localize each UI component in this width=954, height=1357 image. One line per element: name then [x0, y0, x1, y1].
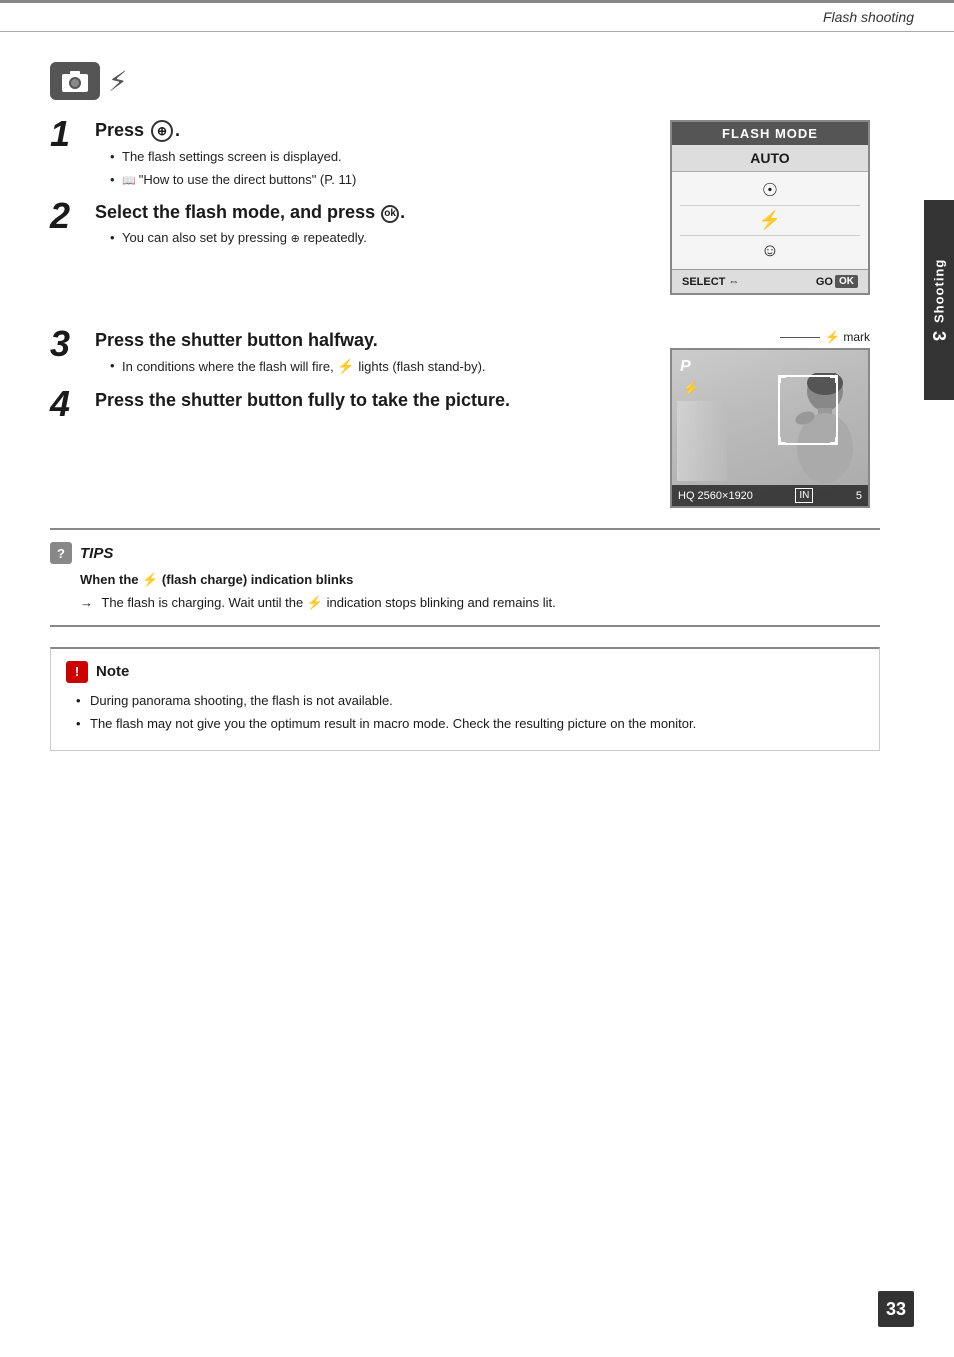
flash-panel-footer: SELECT ⇔ GO OK: [672, 269, 868, 293]
camera-icon: [61, 69, 89, 93]
page-header: Flash shooting: [0, 0, 954, 32]
step-3-row: 3 Press the shutter button halfway. In c…: [50, 330, 640, 380]
note-bullet-1: During panorama shooting, the flash is n…: [76, 691, 864, 712]
step-4-content: Press the shutter button fully to take t…: [95, 390, 640, 416]
step-2-bullets: You can also set by pressing ⊕ repeatedl…: [110, 228, 640, 248]
tips-badge: ?: [50, 542, 72, 564]
step-1-content: Press ⊕. The flash settings screen is di…: [95, 120, 640, 192]
mark-label-row: ⚡ mark: [670, 330, 880, 344]
lightning-icon: ⚡: [337, 356, 354, 377]
go-label: GO: [816, 276, 833, 288]
flash-item-3: ☺: [680, 236, 860, 265]
main-content: ⚡︎ 1 Press ⊕. The flash settings screen …: [0, 32, 920, 811]
step-2-bullet-1: You can also set by pressing ⊕ repeatedl…: [110, 228, 640, 248]
photo-shots: 5: [856, 490, 862, 502]
step-3-content: Press the shutter button halfway. In con…: [95, 330, 640, 380]
lightning-tips-icon: ⚡: [142, 572, 158, 587]
chapter-title: Shooting: [932, 259, 947, 323]
tips-title: TIPS: [80, 545, 113, 562]
step-3-number: 3: [50, 326, 95, 362]
step-1-title: Press ⊕.: [95, 120, 640, 142]
page-number: 33: [878, 1291, 914, 1327]
note-bullet-2: The flash may not give you the optimum r…: [76, 714, 864, 735]
note-header: ! Note: [66, 661, 864, 683]
step-2-number: 2: [50, 198, 95, 234]
flash-item-2: ⚡: [680, 206, 860, 236]
photo-in-badge: IN: [795, 488, 813, 503]
page-title: Flash shooting: [823, 9, 914, 25]
flash-item-1: ☉: [680, 176, 860, 206]
flash-panel-items: ☉ ⚡ ☺: [672, 172, 868, 269]
camera-badge: [50, 62, 100, 100]
step-2-title: Select the flash mode, and press ok.: [95, 202, 640, 223]
step-4-row: 4 Press the shutter button fully to take…: [50, 390, 640, 422]
mark-label: ⚡ mark: [825, 330, 870, 344]
camera-photo: P ⚡ HQ 2560×1920 IN 5: [670, 348, 870, 508]
flash-panel-header: FLASH MODE: [672, 122, 868, 145]
step-1-bullets: The flash settings screen is displayed. …: [110, 147, 640, 189]
flash-mode-panel: FLASH MODE AUTO ☉ ⚡ ☺ SELECT ⇔ GO OK: [670, 120, 870, 295]
focus-rect: [778, 375, 838, 445]
focus-corner-tl: [778, 375, 786, 383]
camera-icon-area: ⚡︎: [50, 62, 880, 100]
step-3-bullets: In conditions where the flash will fire,…: [110, 356, 640, 377]
photo-p-label: P: [680, 358, 691, 376]
select-button: SELECT ⇔: [682, 275, 739, 288]
ok-badge: OK: [835, 275, 858, 288]
step-1-bullet-1: The flash settings screen is displayed.: [110, 147, 640, 167]
step-2-content: Select the flash mode, and press ok. You…: [95, 202, 640, 251]
photo-resolution: HQ 2560×1920: [678, 490, 753, 502]
flash-panel-right: FLASH MODE AUTO ☉ ⚡ ☺ SELECT ⇔ GO OK: [670, 120, 880, 315]
ok-button-icon: ok: [381, 205, 399, 223]
flash-panel-auto: AUTO: [672, 145, 868, 172]
steps-3-4-section: 3 Press the shutter button halfway. In c…: [50, 330, 880, 508]
focus-corner-tr: [830, 375, 838, 383]
step-2-row: 2 Select the flash mode, and press ok. Y…: [50, 202, 640, 251]
mark-line: [780, 337, 820, 338]
go-button: GO OK: [816, 275, 858, 288]
photo-bottom-bar: HQ 2560×1920 IN 5: [672, 485, 868, 506]
photo-right: ⚡ mark: [670, 330, 880, 508]
photo-inner: P ⚡ HQ 2560×1920 IN 5: [672, 350, 868, 506]
note-badge: !: [66, 661, 88, 683]
step-4-number: 4: [50, 386, 95, 422]
chapter-number: 3: [929, 331, 950, 341]
focus-corner-br: [830, 437, 838, 445]
step-3-title: Press the shutter button halfway.: [95, 330, 640, 351]
select-icon: ⇔: [728, 276, 739, 288]
step-1-bullet-2: 📖"How to use the direct buttons" (P. 11): [110, 170, 640, 190]
focus-corner-bl: [778, 437, 786, 445]
flash-deco-icon: ⚡︎: [108, 65, 128, 98]
step-3-bullet-1: In conditions where the flash will fire,…: [110, 356, 640, 377]
photo-bg-detail: [677, 401, 727, 481]
select-label: SELECT: [682, 276, 725, 288]
note-section: ! Note During panorama shooting, the fla…: [50, 647, 880, 752]
photo-flash-icon: ⚡: [682, 380, 699, 397]
direct-button-icon-2: ⊕: [291, 233, 300, 245]
tips-subtitle: When the ⚡ (flash charge) indication bli…: [50, 572, 880, 588]
steps-1-2-left: 1 Press ⊕. The flash settings screen is …: [50, 120, 640, 315]
step-1-row: 1 Press ⊕. The flash settings screen is …: [50, 120, 640, 192]
steps-1-2-section: 1 Press ⊕. The flash settings screen is …: [50, 120, 880, 315]
tips-header: ? TIPS: [50, 542, 880, 564]
book-icon: 📖: [122, 173, 136, 190]
note-title: Note: [96, 663, 129, 680]
side-chapter-tab: 3 Shooting: [924, 200, 954, 400]
lightning-tips-icon-2: ⚡: [307, 595, 323, 610]
note-bullets: During panorama shooting, the flash is n…: [66, 691, 864, 736]
tips-section: ? TIPS When the ⚡ (flash charge) indicat…: [50, 528, 880, 627]
direct-button-icon: ⊕: [151, 120, 173, 142]
steps-3-4-left: 3 Press the shutter button halfway. In c…: [50, 330, 640, 508]
tips-body: → The flash is charging. Wait until the …: [50, 593, 880, 613]
step-1-number: 1: [50, 116, 95, 152]
step-4-title: Press the shutter button fully to take t…: [95, 390, 640, 411]
arrow-icon: →: [80, 595, 93, 610]
